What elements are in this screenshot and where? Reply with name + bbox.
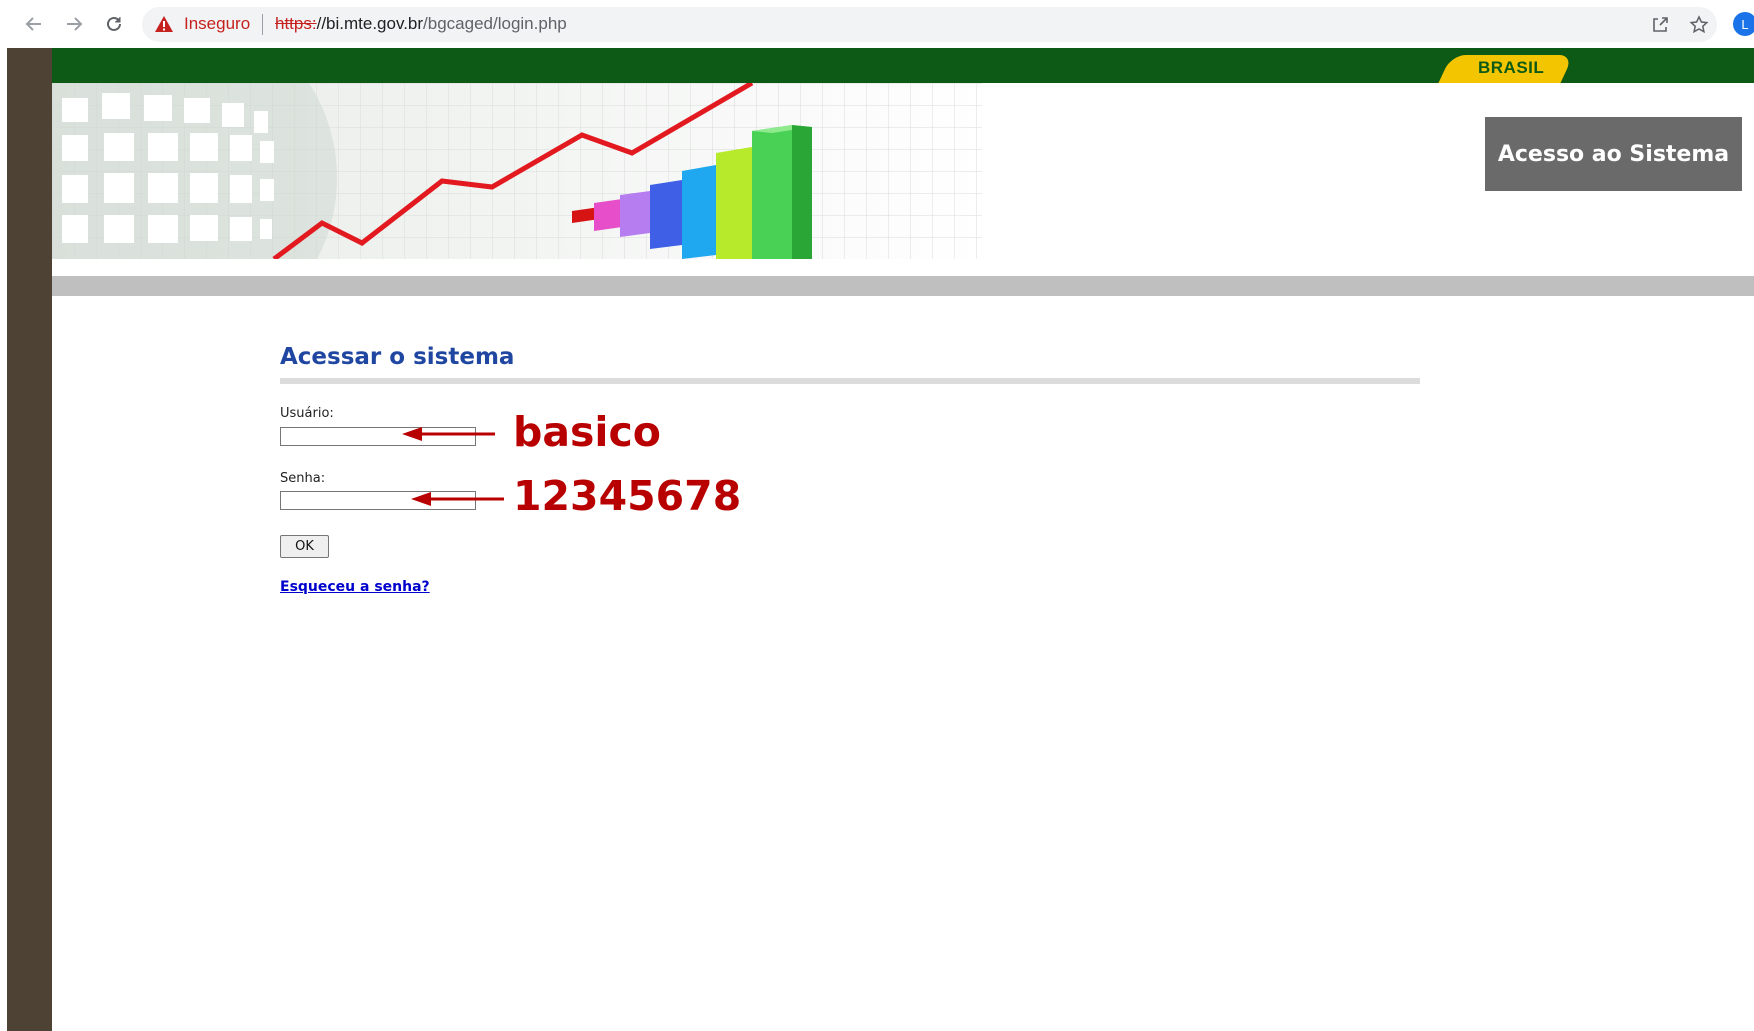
url-host: //bi.mte.gov.br — [316, 14, 424, 33]
growth-chart-graphic — [52, 83, 982, 259]
username-annotation: basico — [513, 408, 661, 456]
share-icon[interactable] — [1649, 14, 1671, 36]
forgot-password-link[interactable]: Esqueceu a senha? — [280, 579, 430, 595]
bookmark-star-icon[interactable] — [1688, 14, 1710, 36]
url-path: /bgcaged/login.php — [423, 14, 567, 33]
browser-toolbar: Inseguro https://bi.mte.gov.br/bgcaged/l… — [0, 0, 1754, 48]
omnibox-divider — [262, 14, 263, 35]
password-label: Senha: — [280, 471, 326, 486]
arrow-left-icon — [402, 427, 495, 441]
forward-arrow-icon[interactable] — [59, 9, 89, 39]
url-text[interactable]: https://bi.mte.gov.br/bgcaged/login.php — [275, 14, 567, 34]
access-system-box: Acesso ao Sistema — [1485, 117, 1742, 191]
header-divider-bar — [52, 276, 1754, 296]
url-scheme: https: — [275, 14, 317, 33]
header-banner — [52, 83, 982, 259]
profile-avatar[interactable]: L — [1733, 12, 1754, 36]
security-status[interactable]: Inseguro — [184, 14, 250, 34]
password-annotation: 12345678 — [513, 472, 742, 520]
warning-icon — [154, 15, 174, 37]
page-title: Acessar o sistema — [280, 344, 515, 370]
arrow-left-icon — [411, 492, 504, 506]
access-system-label: Acesso ao Sistema — [1497, 141, 1730, 167]
user-label: Usuário: — [280, 406, 334, 421]
ok-button[interactable]: OK — [280, 535, 329, 558]
left-border-strip — [7, 48, 52, 1031]
title-underline — [280, 378, 1420, 384]
brasil-logo[interactable]: BRASIL — [1478, 58, 1544, 78]
address-bar[interactable]: Inseguro https://bi.mte.gov.br/bgcaged/l… — [142, 7, 1717, 42]
reload-icon[interactable] — [99, 9, 129, 39]
page-edge — [0, 48, 7, 1031]
back-arrow-icon[interactable] — [19, 9, 49, 39]
login-panel: Acessar o sistema — [280, 330, 1420, 384]
